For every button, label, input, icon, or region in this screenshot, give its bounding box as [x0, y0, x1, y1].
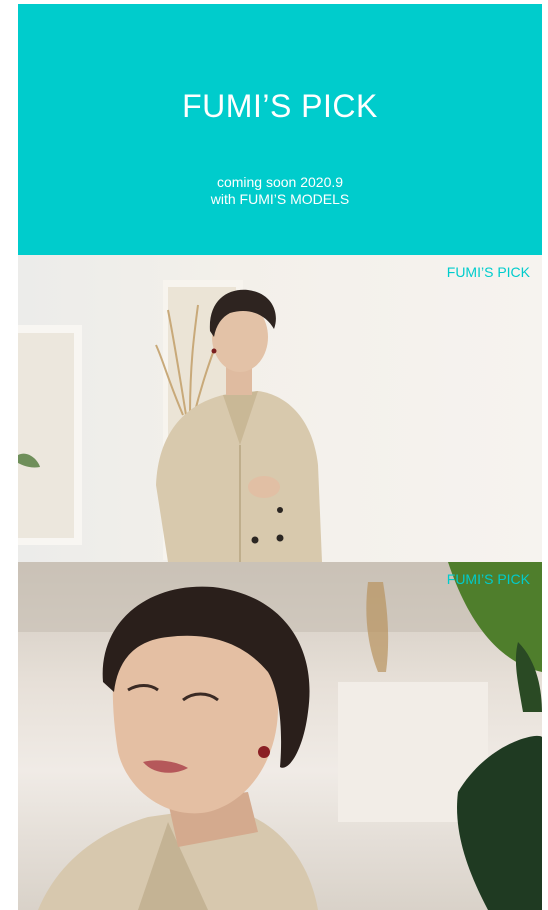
model-photo-closeup: FUMI’S PICK [18, 562, 542, 910]
hero-banner: FUMI’S PICK coming soon 2020.9 with FUMI… [18, 4, 542, 255]
hero-models-line: with FUMI’S MODELS [210, 191, 350, 207]
model-photo-closeup-image [18, 562, 542, 910]
photo-tag: FUMI’S PICK [446, 571, 530, 587]
hero-title: FUMI’S PICK [182, 88, 378, 124]
hero-coming-soon: coming soon 2020.9 [216, 174, 344, 190]
model-photo-standing-image [18, 280, 322, 562]
photo-tag: FUMI’S PICK [446, 264, 530, 280]
model-photo-standing: FUMI’S PICK [18, 255, 542, 562]
